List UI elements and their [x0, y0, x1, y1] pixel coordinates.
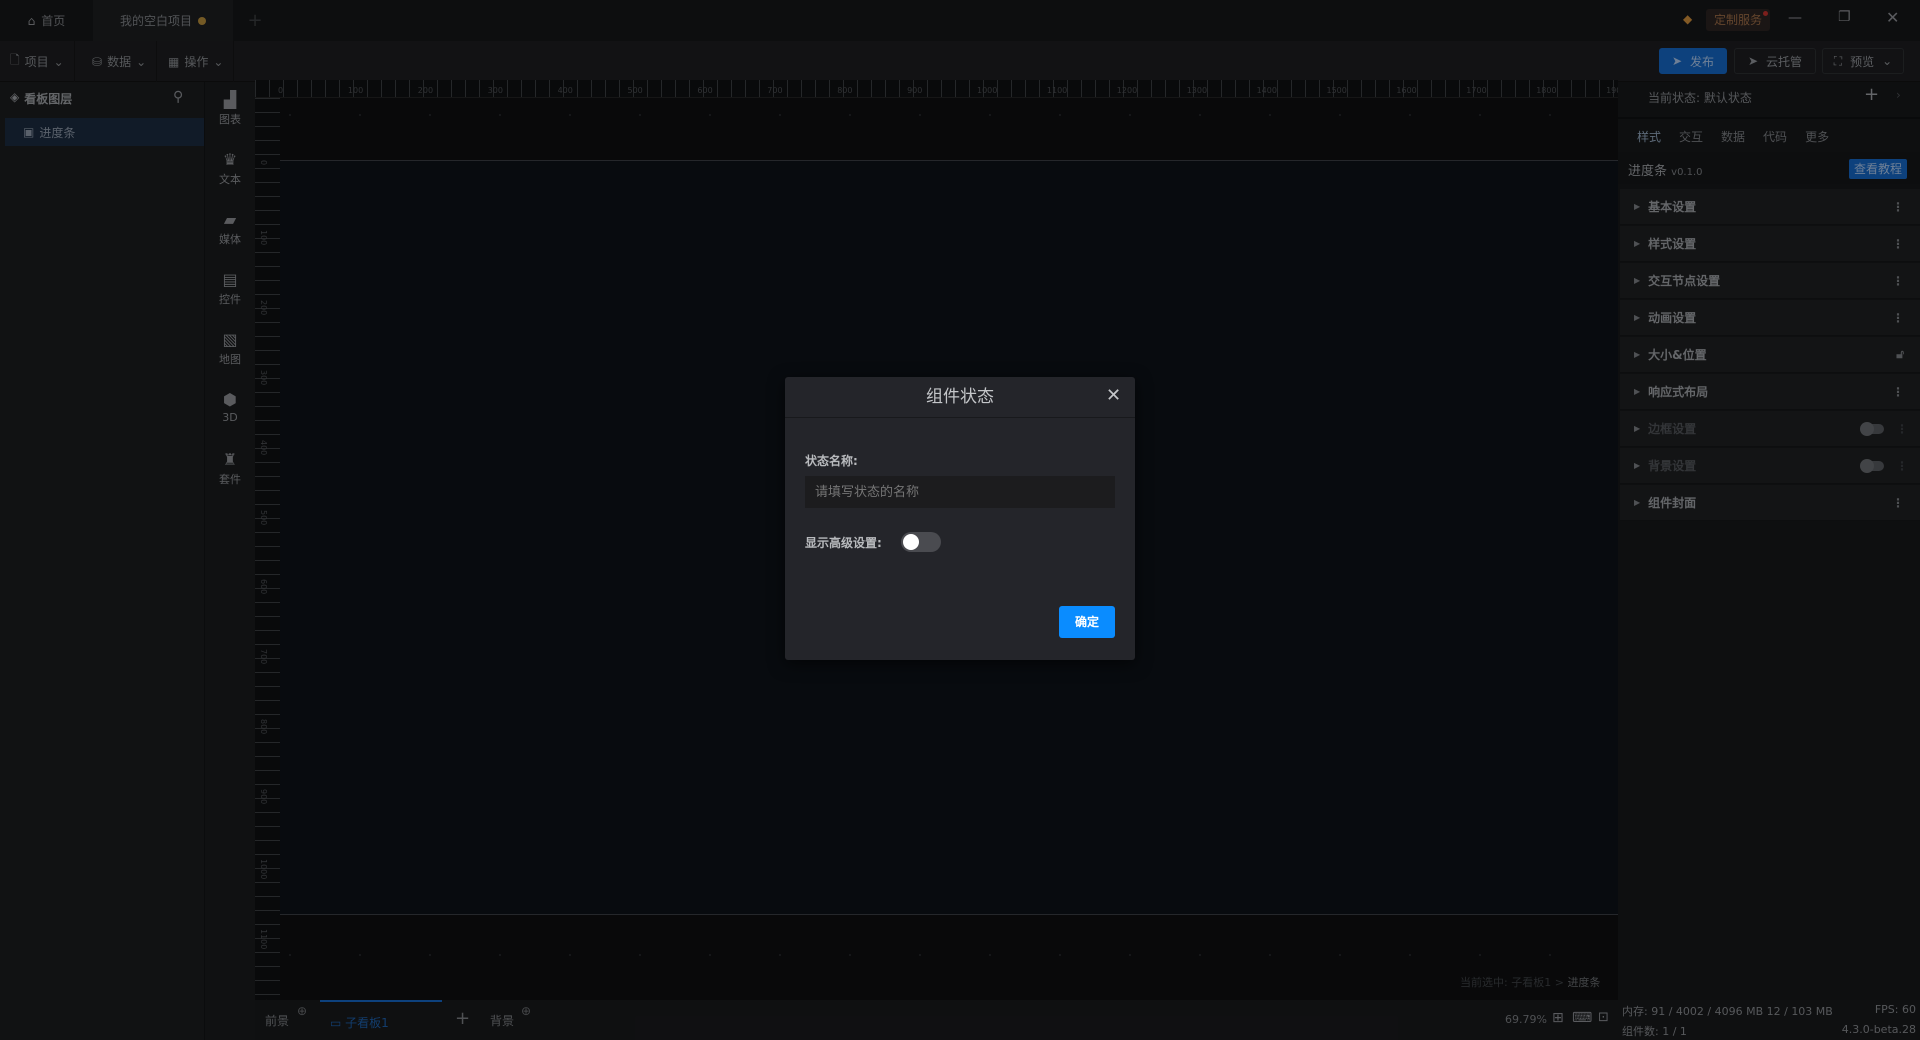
close-icon[interactable]: ✕: [1106, 385, 1121, 406]
state-name-label: 状态名称:: [805, 454, 858, 468]
dialog-title: 组件状态: [785, 377, 1135, 418]
component-state-dialog: 组件状态 ✕ 状态名称: 显示高级设置: 确定: [785, 377, 1135, 660]
advanced-settings-label: 显示高级设置:: [805, 536, 882, 550]
advanced-settings-toggle[interactable]: [901, 532, 941, 552]
state-name-input[interactable]: [805, 476, 1115, 508]
confirm-button[interactable]: 确定: [1059, 606, 1115, 638]
